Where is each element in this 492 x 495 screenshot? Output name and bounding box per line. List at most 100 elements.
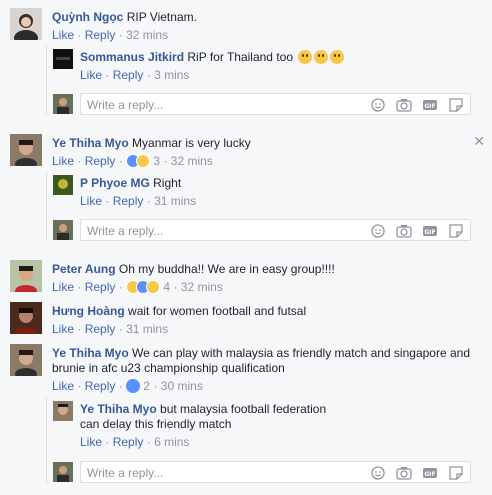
gif-icon[interactable]: GIF [422, 97, 438, 113]
separator: · [77, 154, 82, 168]
comment-text: Right [153, 176, 182, 190]
avatar[interactable] [10, 302, 42, 334]
comment-text: RIP Vietnam. [126, 10, 197, 24]
like-reaction-icon[interactable] [126, 379, 141, 393]
commenter-name[interactable]: Ye Thiha Myo [52, 346, 129, 360]
close-icon[interactable]: ✕ [473, 133, 485, 150]
reply-input[interactable]: Write a reply... GIF [80, 461, 471, 483]
reply-placeholder: Write a reply... [87, 466, 164, 480]
reaction-count[interactable]: 4 [163, 280, 170, 294]
comment-text: Oh my buddha!! We are in easy group!!!! [118, 262, 335, 276]
timestamp[interactable]: 32 mins [181, 280, 223, 294]
separator: · [146, 435, 151, 449]
gif-icon[interactable]: GIF [422, 223, 438, 239]
wow-reaction-icon[interactable] [146, 280, 161, 294]
emoji-icon[interactable] [370, 223, 386, 239]
sweat-smile-emoji-icon [298, 50, 313, 64]
reply-link[interactable]: Reply [85, 322, 116, 336]
reply-input[interactable]: Write a reply... GIF [80, 219, 471, 241]
commenter-name[interactable]: Quỳnh Ngọc [52, 10, 123, 24]
timestamp[interactable]: 6 mins [154, 435, 189, 449]
separator: · [146, 68, 151, 82]
separator: · [118, 379, 123, 393]
like-link[interactable]: Like [80, 68, 102, 82]
haha-reaction-icon[interactable] [136, 154, 151, 168]
emoji-icon[interactable] [370, 97, 386, 113]
avatar[interactable] [53, 175, 73, 195]
comment-text-line-2: brunie in afc u23 championship qualifica… [52, 361, 285, 375]
reply-input[interactable]: Write a reply... GIF [80, 93, 471, 115]
separator: · [118, 154, 123, 168]
reply-link[interactable]: Reply [85, 280, 116, 294]
reaction-count[interactable]: 3 [153, 154, 160, 168]
like-link[interactable]: Like [52, 154, 74, 168]
reply-link[interactable]: Reply [113, 68, 144, 82]
separator: · [173, 280, 178, 294]
reply-link[interactable]: Reply [85, 28, 116, 42]
commenter-name[interactable]: Peter Aung [52, 262, 116, 276]
avatar[interactable] [10, 260, 42, 292]
avatar[interactable] [10, 8, 42, 40]
timestamp[interactable]: 31 mins [126, 322, 168, 336]
sticker-icon[interactable] [448, 465, 464, 481]
separator: · [105, 194, 110, 208]
separator: · [105, 435, 110, 449]
separator: · [118, 28, 123, 42]
camera-icon[interactable] [396, 223, 412, 239]
avatar[interactable] [10, 344, 42, 376]
avatar [53, 462, 73, 482]
separator: · [77, 280, 82, 294]
timestamp[interactable]: 30 mins [161, 379, 203, 393]
reply-link[interactable]: Reply [113, 435, 144, 449]
svg-text:GIF: GIF [424, 103, 435, 110]
timestamp[interactable]: 32 mins [126, 28, 168, 42]
commenter-name[interactable]: Hưng Hoàng [52, 304, 125, 318]
reply-link[interactable]: Reply [113, 194, 144, 208]
avatar [53, 94, 73, 114]
comment-text: RiP for Thailand too [187, 50, 293, 64]
reply-link[interactable]: Reply [85, 154, 116, 168]
avatar [53, 220, 73, 240]
thread-line [46, 45, 47, 115]
reply-link[interactable]: Reply [85, 379, 116, 393]
timestamp[interactable]: 32 mins [171, 154, 213, 168]
comment-text: wait for women football and futsal [128, 304, 307, 318]
like-link[interactable]: Like [52, 28, 74, 42]
timestamp[interactable]: 3 mins [154, 68, 189, 82]
avatar[interactable] [10, 134, 42, 166]
sticker-icon[interactable] [448, 97, 464, 113]
sticker-icon[interactable] [448, 223, 464, 239]
like-link[interactable]: Like [52, 280, 74, 294]
like-link[interactable]: Like [52, 322, 74, 336]
camera-icon[interactable] [396, 97, 412, 113]
svg-text:GIF: GIF [424, 471, 435, 478]
comment-text-line-1: We can play with malaysia as friendly ma… [132, 346, 470, 360]
separator: · [77, 379, 82, 393]
commenter-name[interactable]: Ye Thiha Myo [80, 402, 157, 416]
reaction-count[interactable]: 2 [143, 379, 150, 393]
reply-placeholder: Write a reply... [87, 98, 164, 112]
separator: · [118, 322, 123, 336]
like-link[interactable]: Like [52, 379, 74, 393]
reply-placeholder: Write a reply... [87, 224, 164, 238]
commenter-name[interactable]: P Phyoe MG [80, 176, 150, 190]
gif-icon[interactable]: GIF [422, 465, 438, 481]
emoji-icon[interactable] [370, 465, 386, 481]
timestamp[interactable]: 31 mins [154, 194, 196, 208]
separator: · [77, 322, 82, 336]
avatar[interactable] [53, 49, 73, 69]
thread-line [46, 172, 47, 240]
like-link[interactable]: Like [80, 435, 102, 449]
camera-icon[interactable] [396, 465, 412, 481]
separator: · [118, 280, 123, 294]
svg-text:GIF: GIF [424, 229, 435, 236]
comment-text-line-2: can delay this friendly match [80, 417, 232, 431]
separator: · [153, 379, 158, 393]
like-link[interactable]: Like [80, 194, 102, 208]
sweat-smile-emoji-icon [314, 50, 329, 64]
avatar[interactable] [53, 401, 73, 421]
thread-line [46, 398, 47, 484]
commenter-name[interactable]: Ye Thiha Myo [52, 136, 129, 150]
commenter-name[interactable]: Sommanus Jitkird [80, 50, 184, 64]
comment-text-line-1: but malaysia football federation [160, 402, 327, 416]
